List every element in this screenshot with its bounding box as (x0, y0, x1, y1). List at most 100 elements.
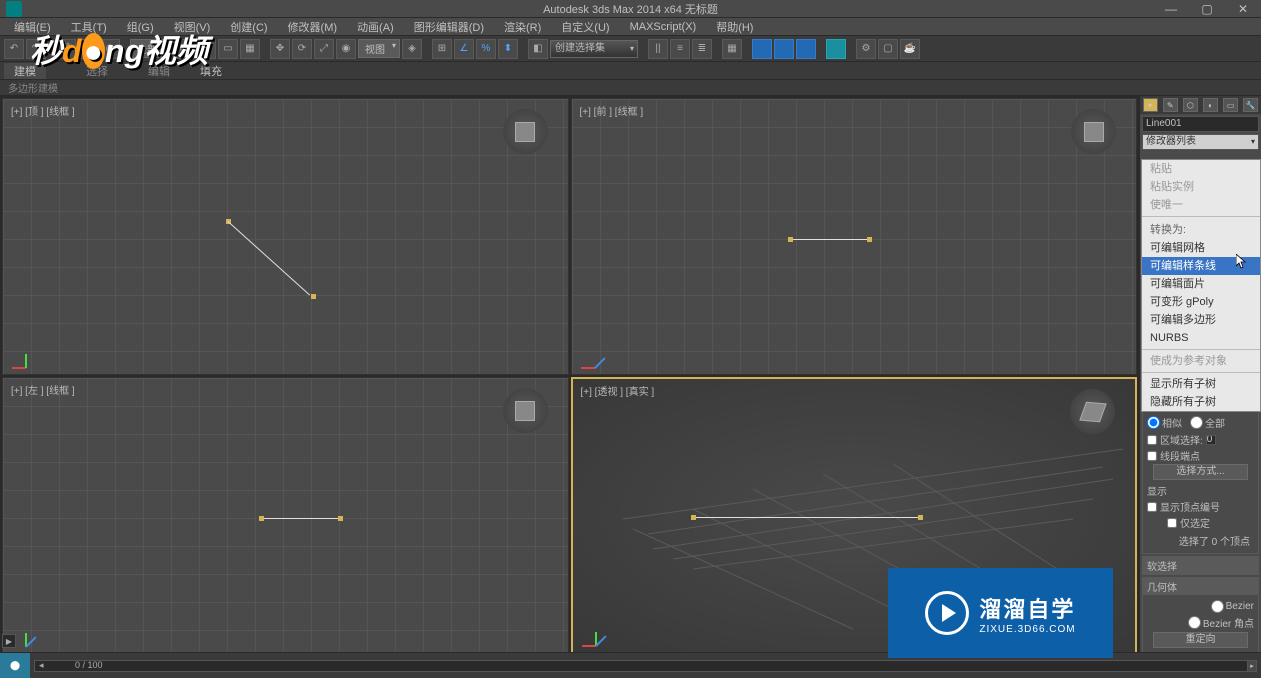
similar-radio[interactable]: 相似 (1147, 415, 1182, 430)
modify-tab-icon[interactable]: ✎ (1163, 98, 1178, 112)
bind-button[interactable]: ◉ (100, 39, 120, 59)
link-button[interactable]: ⛓ (56, 39, 76, 59)
menu-edit[interactable]: 编辑(E) (8, 19, 57, 35)
viewport-left[interactable]: [+] [左 ] [线框 ] (2, 377, 569, 654)
select-name-button[interactable]: ☰ (196, 39, 216, 59)
viewport-label-front[interactable]: [+] [前 ] [线框 ] (580, 103, 644, 118)
rollout-geometry-header[interactable]: 几何体 (1143, 578, 1258, 595)
menu-paste[interactable]: 粘贴 (1142, 160, 1260, 178)
line-object-left[interactable] (261, 518, 341, 519)
area-select-value[interactable] (1206, 435, 1216, 445)
close-button[interactable]: ✕ (1225, 0, 1261, 18)
graphite-button[interactable]: ▦ (722, 39, 742, 59)
menu-help[interactable]: 帮助(H) (710, 19, 759, 35)
viewport-label-top[interactable]: [+] [顶 ] [线框 ] (11, 103, 75, 118)
refine-button[interactable]: 重定向 (1153, 632, 1248, 648)
create-tab-icon[interactable]: ✶ (1143, 98, 1158, 112)
viewport-expand-toggle[interactable]: ▶ (2, 634, 16, 648)
utility-tab-icon[interactable]: 🔧 (1243, 98, 1258, 112)
time-track[interactable]: ◂ 0 / 100 ▸ (34, 660, 1257, 672)
menu-group[interactable]: 组(G) (121, 19, 160, 35)
line-object-front[interactable] (790, 239, 870, 240)
modifier-list-dropdown[interactable]: 修改器列表 (1142, 134, 1259, 150)
ref-coord-dropdown[interactable]: 视图 (358, 39, 400, 58)
menu-make-unique[interactable]: 使唯一 (1142, 196, 1260, 214)
show-vert-num-checkbox[interactable]: 显示顶点编号 (1147, 499, 1254, 514)
menu-tools[interactable]: 工具(T) (65, 19, 113, 35)
menu-modifier[interactable]: 修改器(M) (282, 19, 344, 35)
undo-button[interactable]: ↶ (4, 39, 24, 59)
selection-filter-dropdown[interactable]: 全部 (130, 39, 172, 58)
curve-editor-button[interactable] (752, 39, 772, 59)
viewcube-left[interactable] (503, 388, 548, 433)
mirror-button[interactable]: || (648, 39, 668, 59)
snap-toggle[interactable]: ⊞ (432, 39, 452, 59)
ribbon-tab-modeling[interactable]: 建模 (4, 63, 46, 79)
viewport-top[interactable]: [+] [顶 ] [线框 ] (2, 98, 569, 375)
dope-sheet-button[interactable] (774, 39, 794, 59)
named-sel-button[interactable]: ◧ (528, 39, 548, 59)
display-tab-icon[interactable]: ▭ (1223, 98, 1238, 112)
render-setup-button[interactable]: ⚙ (856, 39, 876, 59)
line-object-top[interactable] (226, 219, 316, 299)
bezier-corner-radio[interactable]: Bezier 角点 (1188, 615, 1254, 630)
viewport-front[interactable]: [+] [前 ] [线框 ] (571, 98, 1138, 375)
menu-customize[interactable]: 自定义(U) (555, 19, 615, 35)
only-sel-checkbox[interactable]: 仅选定 (1167, 515, 1254, 530)
viewport-label-persp[interactable]: [+] [透视 ] [真实 ] (581, 383, 655, 398)
area-select-checkbox[interactable]: 区域选择: (1147, 432, 1254, 447)
viewport-label-left[interactable]: [+] [左 ] [线框 ] (11, 382, 75, 397)
schematic-button[interactable] (796, 39, 816, 59)
menu-maxscript[interactable]: MAXScript(X) (624, 21, 703, 33)
time-arrow-left[interactable]: ◂ (39, 660, 44, 671)
named-selection-set-dropdown[interactable]: 创建选择集 (550, 40, 638, 58)
viewcube-front[interactable] (1071, 109, 1116, 154)
viewport-perspective[interactable]: [+] [透视 ] [真实 ] (571, 377, 1138, 654)
render-frame-button[interactable]: ▢ (878, 39, 898, 59)
viewcube-top[interactable] (503, 109, 548, 154)
rollout-geometry[interactable]: 几何体 Bezier Bezier 角点 重定向 连接 附加多个 (1142, 577, 1259, 656)
maximize-button[interactable]: ▢ (1189, 0, 1225, 18)
align-button[interactable]: ≡ (670, 39, 690, 59)
render-button[interactable]: ☕ (900, 39, 920, 59)
menu-create[interactable]: 创建(C) (224, 19, 273, 35)
menu-editable-mesh[interactable]: 可编辑网格 (1142, 239, 1260, 257)
menu-editable-gpoly[interactable]: 可变形 gPoly (1142, 293, 1260, 311)
motion-tab-icon[interactable]: ◐ (1203, 98, 1218, 112)
menu-animation[interactable]: 动画(A) (351, 19, 400, 35)
rollout-soft-sel-header[interactable]: 软选择 (1143, 557, 1258, 574)
menu-show-sub[interactable]: 显示所有子树 (1142, 375, 1260, 393)
unlink-button[interactable]: ⛓̸ (78, 39, 98, 59)
menu-editable-poly[interactable]: 可编辑多边形 (1142, 311, 1260, 329)
time-arrow-right[interactable]: ▸ (1247, 660, 1257, 672)
percent-snap[interactable]: % (476, 39, 496, 59)
all-radio[interactable]: 全部 (1190, 415, 1225, 430)
menu-hide-sub[interactable]: 隐藏所有子树 (1142, 393, 1260, 411)
angle-snap[interactable]: ∠ (454, 39, 474, 59)
menu-render[interactable]: 渲染(R) (498, 19, 547, 35)
material-editor-button[interactable] (826, 39, 846, 59)
menu-graph[interactable]: 图形编辑器(D) (408, 19, 490, 35)
line-object-persp[interactable] (693, 517, 921, 518)
menu-paste-instance[interactable]: 粘贴实例 (1142, 178, 1260, 196)
menu-make-ref[interactable]: 使成为参考对象 (1142, 352, 1260, 370)
segment-end-checkbox[interactable]: 线段端点 (1147, 448, 1254, 463)
move-button[interactable]: ✥ (270, 39, 290, 59)
select-region-button[interactable]: ▭ (218, 39, 238, 59)
menu-editable-patch[interactable]: 可编辑面片 (1142, 275, 1260, 293)
rollout-soft-sel[interactable]: 软选择 (1142, 556, 1259, 575)
rotate-button[interactable]: ⟳ (292, 39, 312, 59)
hierarchy-tab-icon[interactable]: ⬡ (1183, 98, 1198, 112)
pivot-button[interactable]: ◈ (402, 39, 422, 59)
select-mode-button[interactable]: 选择方式... (1153, 464, 1248, 480)
spinner-snap[interactable]: ⬍ (498, 39, 518, 59)
menu-view[interactable]: 视图(V) (168, 19, 217, 35)
menu-editable-spline[interactable]: 可编辑样条线 (1142, 257, 1260, 275)
ribbon-tab-fill[interactable]: 填充 (190, 63, 232, 79)
menu-nurbs[interactable]: NURBS (1142, 329, 1260, 347)
select-button[interactable]: ▭ (174, 39, 194, 59)
window-crossing-button[interactable]: ▦ (240, 39, 260, 59)
bezier-radio[interactable]: Bezier (1211, 600, 1254, 613)
redo-button[interactable]: ↷ (26, 39, 46, 59)
minimize-button[interactable]: — (1153, 0, 1189, 18)
